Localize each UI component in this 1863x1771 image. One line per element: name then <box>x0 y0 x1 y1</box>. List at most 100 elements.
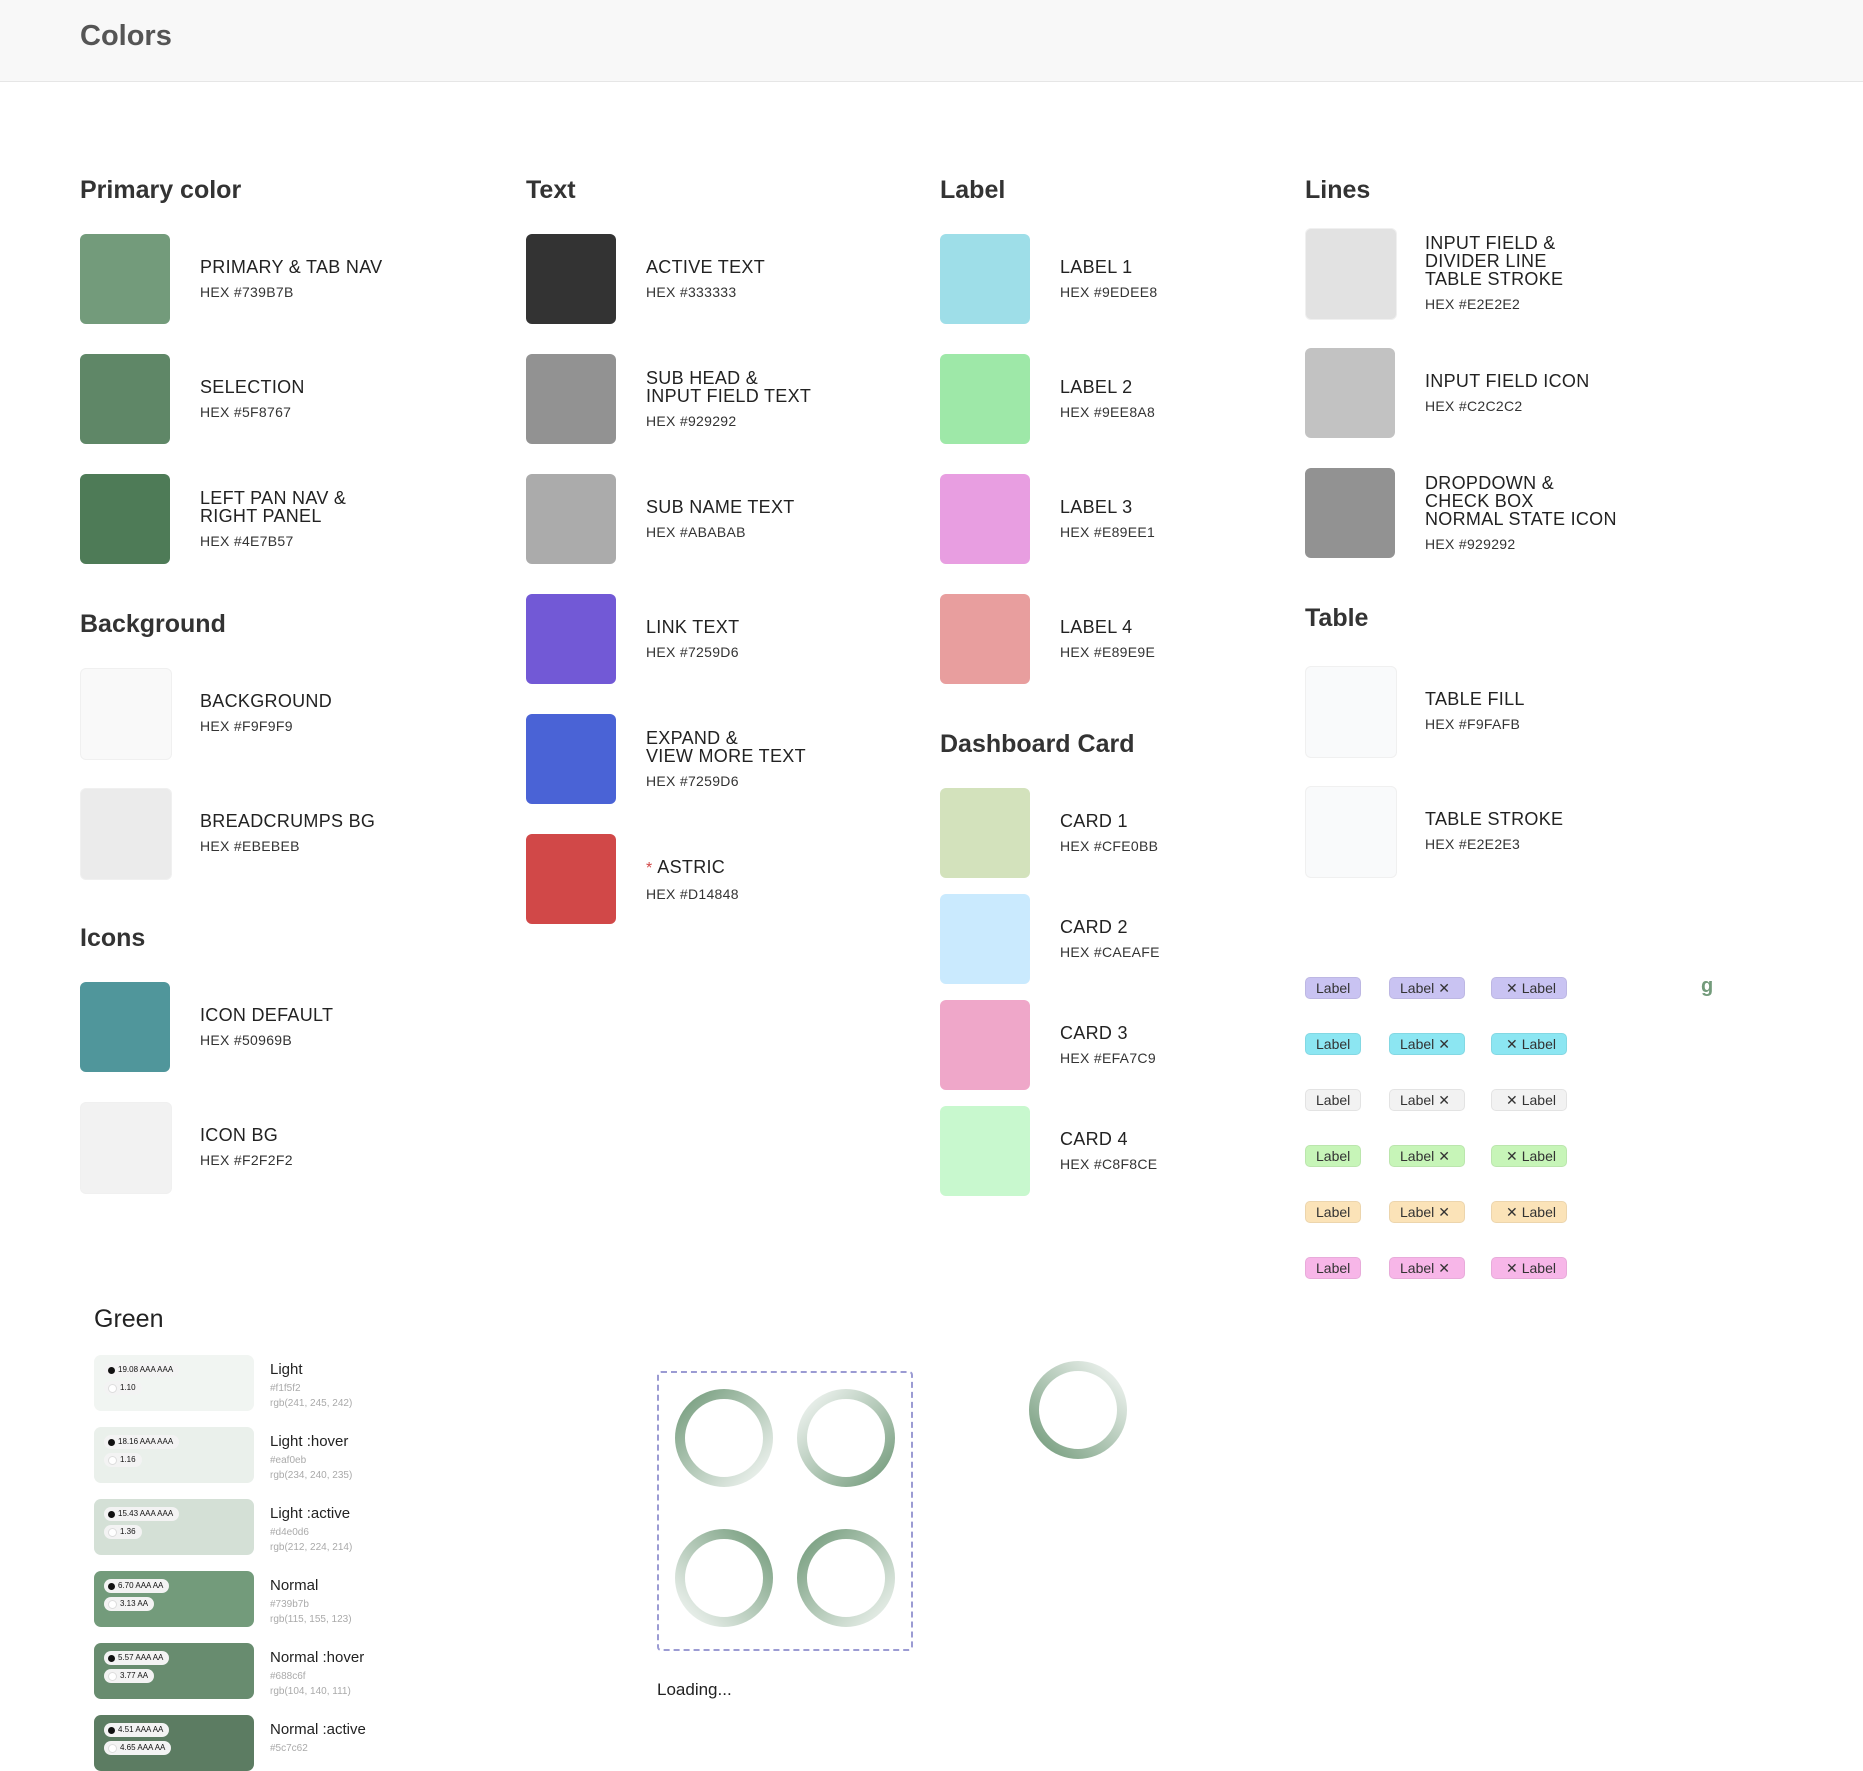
label-swatch-hex: HEX #9EE8A8 <box>1060 404 1156 420</box>
dark-dot-icon <box>108 1510 115 1518</box>
label-chip[interactable]: ✕ Label <box>1491 1145 1567 1167</box>
label-chip[interactable]: Label ✕ <box>1389 1257 1465 1279</box>
lines-swatch-hex: HEX #C2C2C2 <box>1425 398 1523 414</box>
label-chip-text: Label <box>1316 1260 1351 1276</box>
table-swatch <box>1305 786 1397 878</box>
spinner-2-icon <box>797 1389 895 1487</box>
contrast-value: 18.16 AAA AAA <box>118 1437 174 1446</box>
text-swatch <box>526 594 616 684</box>
green-swatch-rgb: rgb(241, 245, 242) <box>270 1398 353 1409</box>
label-chip: Label <box>1305 1145 1362 1167</box>
label-chip[interactable]: ✕ Label <box>1491 1089 1567 1111</box>
background-swatch-hex: HEX #F9F9F9 <box>200 718 293 734</box>
page-title: Colors <box>80 20 172 52</box>
text-swatch-name: ACTIVE TEXT <box>646 257 765 277</box>
contrast-badge-dark: 5.57 AAA AA <box>104 1651 170 1665</box>
light-dot-icon <box>108 1527 117 1537</box>
text-swatch <box>526 354 616 444</box>
label-chip-text: Label <box>1400 980 1435 996</box>
text-swatch-hex: HEX #7259D6 <box>646 773 739 789</box>
text-swatch-label: * ASTRIC HEX #D14848 <box>646 858 739 902</box>
remove-left-icon[interactable]: ✕ <box>1506 977 1518 999</box>
label-chip[interactable]: ✕ Label <box>1491 1201 1567 1223</box>
green-swatch-card: 6.70 AAA AA 3.13 AA <box>94 1571 254 1627</box>
green-swatch-rgb: rgb(115, 155, 123) <box>270 1614 352 1625</box>
label-swatch-label: LABEL 3 HEX #E89EE1 <box>1060 498 1155 540</box>
contrast-badge-light: 1.10 <box>104 1381 142 1395</box>
icons-swatch-name: ICON BG <box>200 1125 279 1145</box>
green-swatch-hex: #5c7c62 <box>270 1743 308 1754</box>
dashboard-swatch-hex: HEX #EFA7C9 <box>1060 1050 1156 1066</box>
contrast-value: 3.13 AA <box>120 1599 149 1608</box>
dark-dot-icon <box>108 1726 115 1734</box>
table-swatch-label: TABLE FILL HEX #F9FAFB <box>1425 690 1525 732</box>
text-swatch-name: * ASTRIC <box>646 858 739 878</box>
light-dot-icon <box>108 1671 117 1681</box>
green-swatch-hex: #eaf0eb <box>270 1455 307 1466</box>
text-swatch-label: LINK TEXT HEX #7259D6 <box>646 618 739 660</box>
spinner-icon <box>1029 1361 1127 1459</box>
label-chip[interactable]: Label ✕ <box>1389 977 1465 999</box>
dashboard-swatch-label: CARD 4 HEX #C8F8CE <box>1060 1130 1157 1172</box>
label-chip: Label <box>1305 1089 1362 1111</box>
label-chip[interactable]: Label ✕ <box>1389 1201 1465 1223</box>
lines-swatch-name: DROPDOWN & CHECK BOX NORMAL STATE ICON <box>1425 473 1617 529</box>
dashboard-swatch-hex: HEX #CAEAFE <box>1060 944 1160 960</box>
label-swatch-hex: HEX #E89EE1 <box>1060 524 1156 540</box>
background-swatch-label: BREADCRUMPS BG HEX #EBEBEB <box>200 812 375 854</box>
label-chip[interactable]: Label ✕ <box>1389 1033 1465 1055</box>
label-swatch-name: LABEL 1 <box>1060 257 1133 277</box>
dashboard-swatch-label: CARD 3 HEX #EFA7C9 <box>1060 1024 1156 1066</box>
required-mark: * <box>646 860 658 877</box>
remove-right-icon[interactable]: ✕ <box>1438 1145 1450 1167</box>
lines-swatch <box>1305 468 1395 558</box>
label-chip[interactable]: Label ✕ <box>1389 1089 1465 1111</box>
label-chip[interactable]: Label ✕ <box>1389 1145 1465 1167</box>
label-swatch-name: LABEL 3 <box>1060 497 1133 517</box>
lines-swatch-label: DROPDOWN & CHECK BOX NORMAL STATE ICON HE… <box>1425 474 1617 552</box>
primary-swatch <box>80 354 170 444</box>
remove-right-icon[interactable]: ✕ <box>1438 1201 1450 1223</box>
remove-right-icon[interactable]: ✕ <box>1438 1089 1450 1111</box>
table-swatch <box>1305 666 1397 758</box>
remove-left-icon[interactable]: ✕ <box>1506 1145 1518 1167</box>
remove-left-icon[interactable]: ✕ <box>1506 1089 1518 1111</box>
stray-glyph: g <box>1701 975 1714 997</box>
lines-swatch <box>1305 348 1395 438</box>
background-swatch-name: BACKGROUND <box>200 691 333 711</box>
remove-left-icon[interactable]: ✕ <box>1506 1201 1518 1223</box>
remove-left-icon[interactable]: ✕ <box>1506 1033 1518 1055</box>
remove-right-icon[interactable]: ✕ <box>1438 1257 1450 1279</box>
contrast-value: 19.08 AAA AAA <box>118 1365 174 1374</box>
text-swatch <box>526 834 616 924</box>
label-chip[interactable]: ✕ Label <box>1491 1257 1567 1279</box>
label-swatch-name: LABEL 4 <box>1060 617 1133 637</box>
remove-right-icon[interactable]: ✕ <box>1438 977 1450 999</box>
spinner-1-icon <box>675 1389 773 1487</box>
remove-left-icon[interactable]: ✕ <box>1506 1257 1518 1279</box>
table-swatch-label: TABLE STROKE HEX #E2E2E3 <box>1425 810 1563 852</box>
dark-dot-icon <box>108 1654 115 1662</box>
primary-swatch-name: SELECTION <box>200 377 305 397</box>
dashboard-swatch-name: CARD 2 <box>1060 917 1128 937</box>
section-title-primary: Primary color <box>80 176 242 204</box>
label-chip[interactable]: ✕ Label <box>1491 1033 1567 1055</box>
contrast-badge-dark: 19.08 AAA AAA <box>104 1363 180 1377</box>
label-chip[interactable]: ✕ Label <box>1491 977 1567 999</box>
contrast-badge-dark: 6.70 AAA AA <box>104 1579 170 1593</box>
label-chip-text: Label <box>1400 1092 1435 1108</box>
primary-swatch-hex: HEX #4E7B57 <box>200 533 294 549</box>
green-swatch-name: Normal :active <box>270 1721 366 1738</box>
green-swatch-rgb: rgb(212, 224, 214) <box>270 1542 353 1553</box>
background-swatch <box>80 668 172 760</box>
primary-swatch-hex: HEX #739B7B <box>200 284 294 300</box>
remove-right-icon[interactable]: ✕ <box>1438 1033 1450 1055</box>
dark-dot-icon <box>108 1438 115 1446</box>
light-dot-icon <box>108 1383 117 1393</box>
section-title-icons: Icons <box>80 924 146 952</box>
label-chip-text: Label <box>1316 1036 1351 1052</box>
header-bar: Colors <box>0 0 1863 82</box>
text-swatch <box>526 714 616 804</box>
label-chip-text: Label <box>1521 1204 1556 1220</box>
label-chip-text: Label <box>1400 1036 1435 1052</box>
